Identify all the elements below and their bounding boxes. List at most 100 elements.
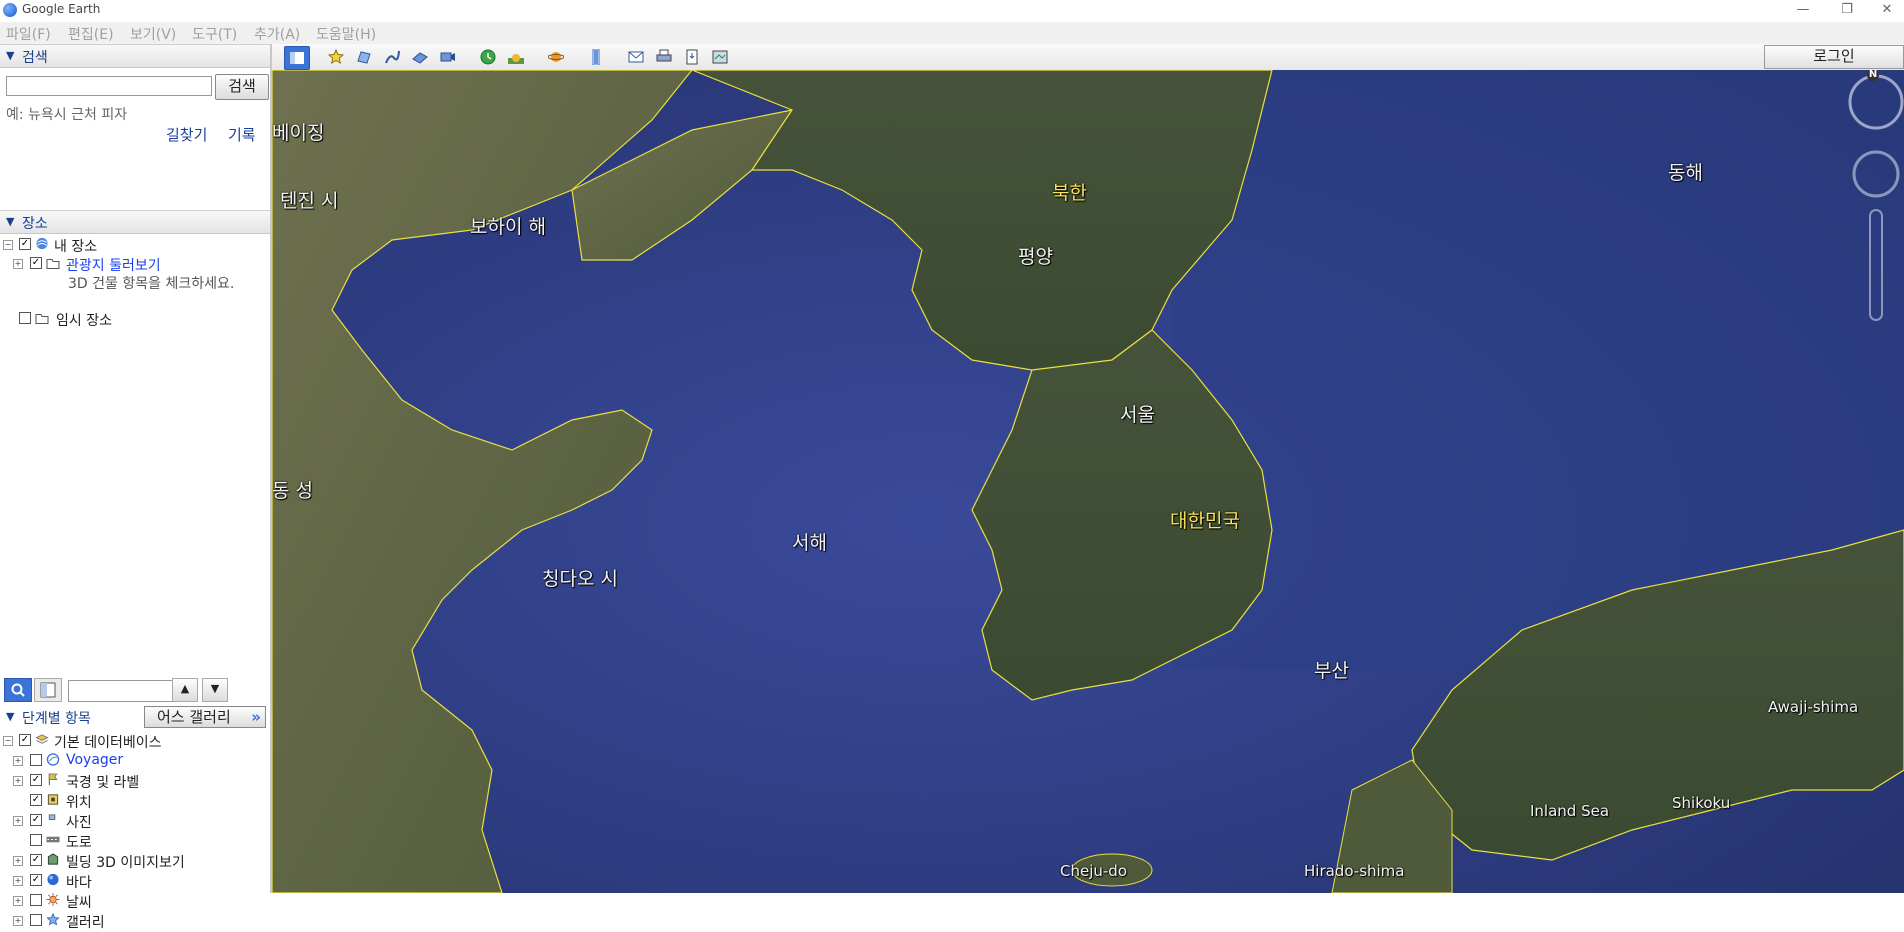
search-input[interactable] [6,76,212,96]
tree-item-primary-database[interactable]: − ✓ 기본 데이터베이스 [0,732,270,751]
collapse-triangle-icon: ▼ [6,215,15,228]
expand-icon[interactable]: + [13,916,23,926]
checkbox[interactable]: ✓ [30,774,42,786]
expand-icon[interactable]: + [13,816,23,826]
tree-label: 위치 [66,795,92,811]
planets-icon [548,52,564,62]
close-button[interactable]: ✕ [1870,0,1904,22]
historical-imagery-icon [480,49,496,65]
collapse-icon[interactable]: − [3,240,13,250]
checkbox[interactable]: ✓ [30,257,42,269]
layer-filter-input[interactable] [68,680,174,702]
checkbox[interactable] [30,754,42,766]
map-label-jeju: Cheju-do [1060,862,1127,880]
checkbox[interactable]: ✓ [19,238,31,250]
email-icon [628,51,644,63]
checkbox[interactable] [30,834,42,846]
menu-tools[interactable]: 도구(T) [192,24,237,44]
earth-gallery-button[interactable]: 어스 갤러리 » [144,706,266,728]
tree-label: 내 장소 [54,239,98,255]
map-viewport[interactable]: N 베이징 텐진 시 보하이 해 북한 평양 동해 서울 동 성 대한민국 서해… [272,70,1904,893]
tree-item-roads[interactable]: 도로 [0,832,270,851]
tree-item-ocean[interactable]: + ✓ 바다 [0,872,270,891]
sidebar: ▼ 검색 검색 예: 뉴욕시 근처 피자 길찾기 기록 ▼ 장소 − ✓ 내 장… [0,44,272,931]
tree-item-my-places[interactable]: − ✓ 내 장소 [0,236,270,255]
menu-help[interactable]: 도움말(H) [316,24,376,44]
tree-item-borders-labels[interactable]: + ✓ 국경 및 라벨 [0,772,270,791]
menu-edit[interactable]: 편집(E) [68,24,114,44]
add-polygon-button[interactable] [352,46,376,68]
layer-search-button[interactable] [4,678,32,702]
search-hint: 예: 뉴욕시 근처 피자 [6,107,128,123]
tree-item-places[interactable]: ✓ 위치 [0,792,270,811]
checkbox[interactable]: ✓ [30,814,42,826]
move-up-button[interactable]: ▲ [172,678,198,702]
tree-item-3d-buildings[interactable]: + ✓ 빌딩 3D 이미지보기 [0,852,270,871]
tree-label[interactable]: 관광지 둘러보기 [66,255,161,275]
historical-imagery-button[interactable] [476,46,500,68]
tree-item-tour[interactable]: + ✓ 관광지 둘러보기 [0,255,270,275]
email-button[interactable] [624,46,648,68]
checkbox[interactable]: ✓ [30,794,42,806]
minimize-button[interactable]: — [1786,0,1820,22]
voyager-icon [46,753,60,766]
expand-icon[interactable]: + [13,896,23,906]
tree-label[interactable]: Voyager [66,752,123,768]
checkbox[interactable]: ✓ [19,734,31,746]
map-label-shandong: 동 성 [272,480,313,502]
expand-icon[interactable]: + [13,856,23,866]
restore-button[interactable]: ❐ [1830,0,1864,22]
search-panel-header[interactable]: ▼ 검색 [0,44,270,68]
map-label-inland-sea: Inland Sea [1530,802,1610,820]
print-button[interactable] [652,46,676,68]
panel-toggle-button[interactable] [34,678,62,702]
directions-link[interactable]: 길찾기 [166,124,207,145]
view-in-maps-button[interactable] [708,46,732,68]
expand-icon[interactable]: + [13,876,23,886]
tree-item-voyager[interactable]: + Voyager [0,752,270,770]
ruler-button[interactable] [584,46,608,68]
sunlight-button[interactable] [504,46,528,68]
sidebar-toggle-button[interactable] [284,46,310,70]
tree-item-weather[interactable]: + 날씨 [0,892,270,911]
menu-file[interactable]: 파일(F) [6,24,51,44]
tree-description: 3D 건물 항목을 체크하세요. [68,276,235,292]
add-path-button[interactable] [380,46,404,68]
ruler-icon [592,49,600,65]
flag-icon [48,773,58,786]
record-tour-button[interactable] [436,46,460,68]
move-down-button[interactable]: ▼ [202,678,228,702]
menu-add[interactable]: 추가(A) [254,24,300,44]
login-button[interactable]: 로그인 [1764,45,1904,69]
save-image-button[interactable] [680,46,704,68]
checkbox[interactable] [19,312,31,324]
history-link[interactable]: 기록 [228,124,256,145]
tree-item-temporary-places[interactable]: 임시 장소 [0,310,270,329]
planets-button[interactable] [544,46,568,68]
double-chevron-icon: » [251,708,261,726]
checkbox[interactable]: ✓ [30,854,42,866]
add-overlay-button[interactable] [408,46,432,68]
collapse-icon[interactable]: − [3,736,13,746]
window-title: Google Earth [22,2,101,16]
expand-icon[interactable]: + [13,259,23,269]
map-label-bohai-sea: 보하이 해 [470,216,546,238]
checkbox[interactable]: ✓ [30,874,42,886]
panel-icon [40,682,56,698]
tree-item-photos[interactable]: + ✓ 사진 [0,812,270,831]
tree-label: 도로 [66,835,92,851]
checkbox[interactable] [30,914,42,926]
expand-icon[interactable]: + [13,776,23,786]
checkbox[interactable] [30,894,42,906]
tree-label: 사진 [66,815,92,831]
expand-icon[interactable]: + [13,756,23,766]
map-label-seoul: 서울 [1120,404,1155,426]
layers-panel-header[interactable]: ▼ 단계별 항목 [0,706,140,728]
add-placemark-button[interactable] [324,46,348,68]
search-button[interactable]: 검색 [215,74,269,100]
places-panel-header[interactable]: ▼ 장소 [0,210,270,234]
tree-item-gallery[interactable]: + 갤러리 [0,912,270,931]
map-label-qingdao: 칭다오 시 [542,568,618,590]
building-icon [47,853,59,865]
menu-view[interactable]: 보기(V) [130,24,176,44]
